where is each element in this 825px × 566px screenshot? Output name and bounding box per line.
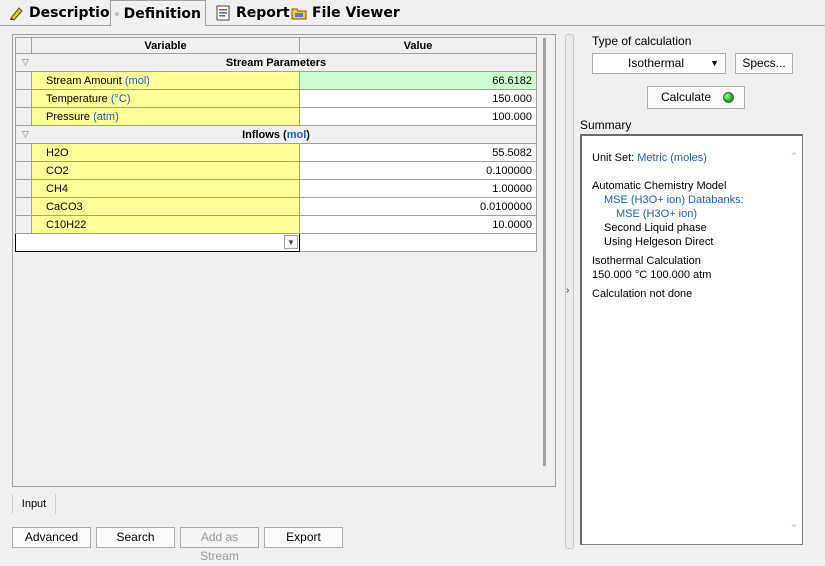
column-header-value[interactable]: Value <box>299 37 537 54</box>
variable-cell[interactable]: C10H22 <box>31 215 300 234</box>
collapse-icon[interactable]: ▽ <box>22 129 29 140</box>
tab-report[interactable]: Report <box>211 2 294 24</box>
row-selector[interactable] <box>15 179 32 198</box>
pencil-icon <box>10 7 23 21</box>
collapse-icon[interactable]: ▽ <box>22 57 29 68</box>
databanks-link[interactable]: MSE (H3O+ ion) Databanks: <box>604 194 744 206</box>
helgeson-text: Using Helgeson Direct <box>604 236 714 248</box>
databank-item-link[interactable]: MSE (H3O+ ion) <box>616 208 697 220</box>
variable-cell[interactable]: CaCO3 <box>31 197 300 216</box>
column-header-variable[interactable]: Variable <box>31 37 300 54</box>
scrollbar-thumb[interactable] <box>543 38 546 466</box>
tab-bar: Description Definition Report File Viewe… <box>0 0 825 26</box>
tab-description[interactable]: Description <box>4 2 124 24</box>
value-cell[interactable]: 150.000 <box>299 89 537 108</box>
status-led-icon <box>723 92 734 103</box>
table-row: Temperature (°C) 150.000 <box>15 89 537 108</box>
variable-cell[interactable]: H2O <box>31 143 300 162</box>
value-cell[interactable]: 0.0100000 <box>299 197 537 216</box>
report-icon <box>216 5 230 21</box>
new-variable-dropdown[interactable]: ▼ <box>15 233 300 252</box>
table-row: Pressure (atm) 100.000 <box>15 107 537 126</box>
scroll-up-icon[interactable]: ⌃ <box>789 150 799 164</box>
row-selector[interactable] <box>15 107 32 126</box>
table-row: CH4 1.00000 <box>15 179 537 198</box>
row-selector[interactable] <box>15 89 32 108</box>
row-selector[interactable] <box>15 161 32 180</box>
row-selector[interactable] <box>15 197 32 216</box>
summary-panel: ⌃ Unit Set: Metric (moles) Automatic Che… <box>580 134 803 545</box>
value-cell[interactable]: 1.00000 <box>299 179 537 198</box>
second-liquid-text: Second Liquid phase <box>604 222 707 234</box>
export-button[interactable]: Export <box>264 527 343 548</box>
calculation-status-text: Calculation not done <box>592 288 693 300</box>
chevron-right-icon[interactable]: › <box>566 285 569 296</box>
specs-button[interactable]: Specs... <box>735 53 793 74</box>
value-cell[interactable]: 10.0000 <box>299 215 537 234</box>
definition-icon <box>115 12 119 15</box>
value-cell[interactable]: 0.100000 <box>299 161 537 180</box>
variable-cell[interactable]: Temperature (°C) <box>31 89 300 108</box>
summary-label: Summary <box>580 118 632 132</box>
table-row: CaCO3 0.0100000 <box>15 197 537 216</box>
value-cell[interactable]: 66.6182 <box>299 71 537 90</box>
chevron-down-icon[interactable]: ▼ <box>284 235 298 249</box>
tab-file-viewer[interactable]: File Viewer <box>287 2 404 24</box>
table-row: CO2 0.100000 <box>15 161 537 180</box>
add-as-stream-button[interactable]: Add as Stream <box>180 527 259 563</box>
calculation-type-text: Isothermal Calculation <box>592 255 701 267</box>
unit-set-line: Unit Set: Metric (moles) <box>592 152 707 164</box>
calculate-button[interactable]: Calculate <box>647 86 745 109</box>
section-header-inflows[interactable]: ▽ Inflows (mol) <box>15 125 537 144</box>
type-of-calculation-label: Type of calculation <box>592 34 692 48</box>
section-header-stream-parameters[interactable]: ▽ Stream Parameters <box>15 53 537 72</box>
panel-splitter[interactable]: › <box>565 34 574 549</box>
search-button[interactable]: Search <box>96 527 175 548</box>
row-selector[interactable] <box>15 143 32 162</box>
chevron-down-icon: ▼ <box>710 58 719 68</box>
unit-set-link[interactable]: Metric (moles) <box>637 152 707 164</box>
value-cell[interactable]: 100.000 <box>299 107 537 126</box>
row-selector[interactable] <box>15 215 32 234</box>
chemistry-model-text: Automatic Chemistry Model <box>592 180 727 192</box>
variable-cell[interactable]: CH4 <box>31 179 300 198</box>
select-all-corner[interactable] <box>15 37 32 54</box>
conditions-text: 150.000 °C 100.000 atm <box>592 269 712 281</box>
file-viewer-icon <box>291 8 307 20</box>
tab-definition[interactable]: Definition <box>110 0 206 26</box>
tab-input[interactable]: Input <box>12 494 56 514</box>
calculation-type-select[interactable]: Isothermal ▼ <box>592 53 726 74</box>
variable-grid: Variable Value ▽ Stream Parameters Strea… <box>15 37 537 252</box>
table-row: C10H22 10.0000 <box>15 215 537 234</box>
advanced-button[interactable]: Advanced <box>12 527 91 548</box>
scroll-down-icon[interactable]: ⌄ <box>789 516 799 530</box>
table-row: H2O 55.5082 <box>15 143 537 162</box>
new-row: ▼ <box>15 233 537 252</box>
grid-scrollbar[interactable] <box>537 38 553 485</box>
variable-cell[interactable]: CO2 <box>31 161 300 180</box>
variable-cell[interactable]: Pressure (atm) <box>31 107 300 126</box>
new-value-cell[interactable] <box>299 233 537 252</box>
table-row: Stream Amount (mol) 66.6182 <box>15 71 537 90</box>
row-selector[interactable] <box>15 71 32 90</box>
value-cell[interactable]: 55.5082 <box>299 143 537 162</box>
variable-cell[interactable]: Stream Amount (mol) <box>31 71 300 90</box>
